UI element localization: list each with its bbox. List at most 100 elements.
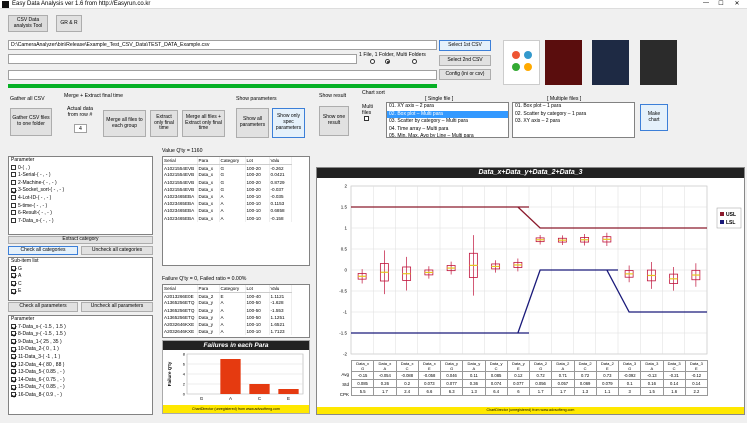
grid-row[interactable]: A1365256ETQ Data_y A 100-50 -1.628 <box>163 299 292 307</box>
chart-option[interactable]: 01. Box plot – 1 para <box>513 103 634 111</box>
grid-row[interactable]: A1023465EBA Data_x A 100-10 -0.158 <box>163 214 292 222</box>
extract-category-button[interactable]: Extract category <box>8 236 153 244</box>
checkbox[interactable] <box>11 179 16 185</box>
third-path-input[interactable] <box>8 70 437 80</box>
multi-files-chart-list[interactable]: 01. Box plot – 1 para 02. Scatter by cate… <box>512 102 635 138</box>
chart-option[interactable]: 03. XY axis – 2 para <box>513 118 634 126</box>
grid-row[interactable]: A1023465EBA Data_x A 100-10 0.1153 <box>163 200 292 208</box>
checkbox-item[interactable]: 7-Data_x-( -1.5 , 1.5 ) <box>9 324 152 332</box>
book-image-3[interactable] <box>592 40 629 85</box>
checkbox-item[interactable]: 6-Result-( - , - ) <box>9 210 152 218</box>
book-image-2[interactable] <box>545 40 582 85</box>
spec-parameter-list[interactable]: Parameter 7-Data_x-( -1.5 , 1.5 ) 8-Data_y… <box>8 315 153 415</box>
checkbox-item[interactable]: C <box>9 281 152 289</box>
checkbox[interactable] <box>11 217 16 223</box>
select-2nd-csv-button[interactable]: Select 2nd CSV <box>439 55 491 66</box>
gr-r-button[interactable]: GR & R <box>56 15 82 32</box>
checkbox-item[interactable]: 1-Serial-( - , - ) <box>9 172 152 180</box>
grid-row[interactable]: A1365256ETQ Data_y A 100-50 1.1251 <box>163 313 292 321</box>
uncheck-all-parameters-button[interactable]: Uncheck all parameters <box>81 302 153 312</box>
checkbox[interactable] <box>11 210 16 216</box>
checkbox[interactable] <box>11 369 16 375</box>
checkbox[interactable] <box>11 338 16 344</box>
config-button[interactable]: Config (ini or csv) <box>439 69 491 80</box>
grid-row[interactable]: A2032646KXE Data_y A 100-10 1.6521 <box>163 320 292 329</box>
grid-row[interactable]: A1021554EVB Data_x G 100-20 -0.037 <box>163 185 292 193</box>
checkbox[interactable] <box>11 376 16 382</box>
checkbox[interactable] <box>11 172 16 178</box>
mode-radio-file[interactable] <box>370 59 375 65</box>
checkbox-item[interactable]: 8-Data_y-( -1.5 , 1.5 ) <box>9 331 152 339</box>
grid-header-cell[interactable]: Category <box>219 157 246 165</box>
grid-header-cell[interactable]: Category <box>219 285 246 293</box>
checkbox[interactable] <box>11 384 16 390</box>
grid-header-cell[interactable]: Para <box>197 285 220 293</box>
row-number-input[interactable]: 4 <box>74 124 87 133</box>
single-file-chart-list[interactable]: 01. XY axis – 2 para 02. Box plot – Multi… <box>386 102 509 138</box>
checkbox-item[interactable]: A <box>9 273 152 281</box>
checkbox[interactable] <box>11 187 16 193</box>
checkbox[interactable] <box>11 361 16 367</box>
chart-option[interactable]: 05. Min, Max, Avg by Line – Multi para <box>387 133 508 137</box>
checkbox[interactable] <box>11 202 16 208</box>
second-path-input[interactable] <box>8 54 357 64</box>
close-button[interactable]: ✕ <box>730 0 744 7</box>
chart-option[interactable]: 03. Scatter by category – Multi para <box>387 118 508 126</box>
checkbox-item[interactable]: 0-( , ) <box>9 165 152 173</box>
check-all-parameters-button[interactable]: Check all parameters <box>8 302 78 312</box>
checkbox-item[interactable]: 14-Data_6-( 0.75 , - ) <box>9 377 152 385</box>
checkbox-item[interactable]: 16-Data_8-( 0.9 , - ) <box>9 392 152 400</box>
chart-option[interactable]: 02. Box plot – Multi para <box>387 110 508 119</box>
checkbox-item[interactable]: E <box>9 288 152 296</box>
checkbox-item[interactable]: 7-Data_x-( - , - ) <box>9 218 152 226</box>
checkbox[interactable] <box>11 354 16 360</box>
show-all-params-button[interactable]: Show all parameters <box>236 108 269 138</box>
checkbox[interactable] <box>11 346 16 352</box>
checkbox[interactable] <box>11 288 16 294</box>
merge-extract-button[interactable]: Merge all files + Extract only final tim… <box>182 110 225 137</box>
make-chart-button[interactable]: Make chart <box>640 104 668 131</box>
grid-header-cell[interactable]: Lot <box>245 157 270 165</box>
checkbox-item[interactable]: G <box>9 266 152 274</box>
grid-row[interactable]: A1021554EVB Data_x G 100-20 0.8729 <box>163 178 292 186</box>
checkbox[interactable] <box>11 164 16 170</box>
check-all-categories-button[interactable]: Check all categories <box>8 246 78 255</box>
grid-header-cell[interactable]: Para <box>197 157 220 165</box>
merge-each-group-button[interactable]: Merge all files to each group <box>103 110 146 137</box>
grid-row[interactable]: A1021554EVB Data_x G 100-20 0.0421 <box>163 171 292 179</box>
checkbox-item[interactable]: 4-Lot-ID-( - , - ) <box>9 195 152 203</box>
checkbox-item[interactable]: 2-Machine-( - , - ) <box>9 180 152 188</box>
checkbox-item[interactable]: 11-Data_3-( -1 , 1 ) <box>9 354 152 362</box>
gather-csv-button[interactable]: Gather CSV files to one folder <box>10 108 52 136</box>
select-1st-csv-button[interactable]: Select 1st CSV <box>439 40 491 51</box>
minimize-button[interactable]: — <box>699 0 713 6</box>
failure-grid[interactable]: Serial Para Category Lot Valu A2013266E0E Data… <box>162 284 310 338</box>
chart-option[interactable]: 01. XY axis – 2 para <box>387 103 508 111</box>
multi-files-checkbox[interactable] <box>364 116 371 122</box>
checkbox-item[interactable]: 9-Data_1-( 25 , 35 ) <box>9 339 152 347</box>
grid-row[interactable]: A1365256ETQ Data_y A 100-50 -1.553 <box>163 306 292 314</box>
mode-radio-folder[interactable] <box>385 59 390 65</box>
checkbox[interactable] <box>11 331 16 337</box>
checkbox-item[interactable]: 10-Data_2-( 0 , 1 ) <box>9 346 152 354</box>
checkbox-item[interactable]: 12-Data_4-( 80 , 88 ) <box>9 362 152 370</box>
grid-row[interactable]: A1023465EBA Data_x A 100-10 0.6858 <box>163 207 292 215</box>
chart-option[interactable]: 04. Time array – Multi para <box>387 126 508 134</box>
parameter-list[interactable]: Parameter 0-( , ) 1-Serial-( - , - ) 2-Mach… <box>8 156 153 235</box>
grid-header-cell[interactable]: Serial <box>163 285 198 293</box>
grid-header-cell[interactable]: Valu <box>269 285 292 293</box>
grid-header-cell[interactable]: Valu <box>269 157 292 165</box>
checkbox[interactable] <box>11 273 16 279</box>
show-one-result-button[interactable]: Show one result <box>319 106 349 136</box>
book-image-4[interactable] <box>640 40 677 85</box>
show-spec-params-button[interactable]: Show only spec parameters <box>272 108 305 138</box>
grid-row[interactable]: A2032646KXE Data_y A 100-10 1.7123 <box>163 328 292 336</box>
mode-radio-multi[interactable] <box>412 59 417 65</box>
csv-data-tool-button[interactable]: CSV Data analysis Tool <box>8 15 48 32</box>
grid-row[interactable]: A1021554EVB Data_x G 100-20 -0.262 <box>163 164 292 172</box>
checkbox[interactable] <box>11 195 16 201</box>
checkbox[interactable] <box>11 265 16 271</box>
checkbox-item[interactable]: 5-time-( - , - ) <box>9 203 152 211</box>
grid-header-cell[interactable]: Serial <box>163 157 198 165</box>
checkbox-item[interactable]: 15-Data_7-( 0.85 , - ) <box>9 384 152 392</box>
